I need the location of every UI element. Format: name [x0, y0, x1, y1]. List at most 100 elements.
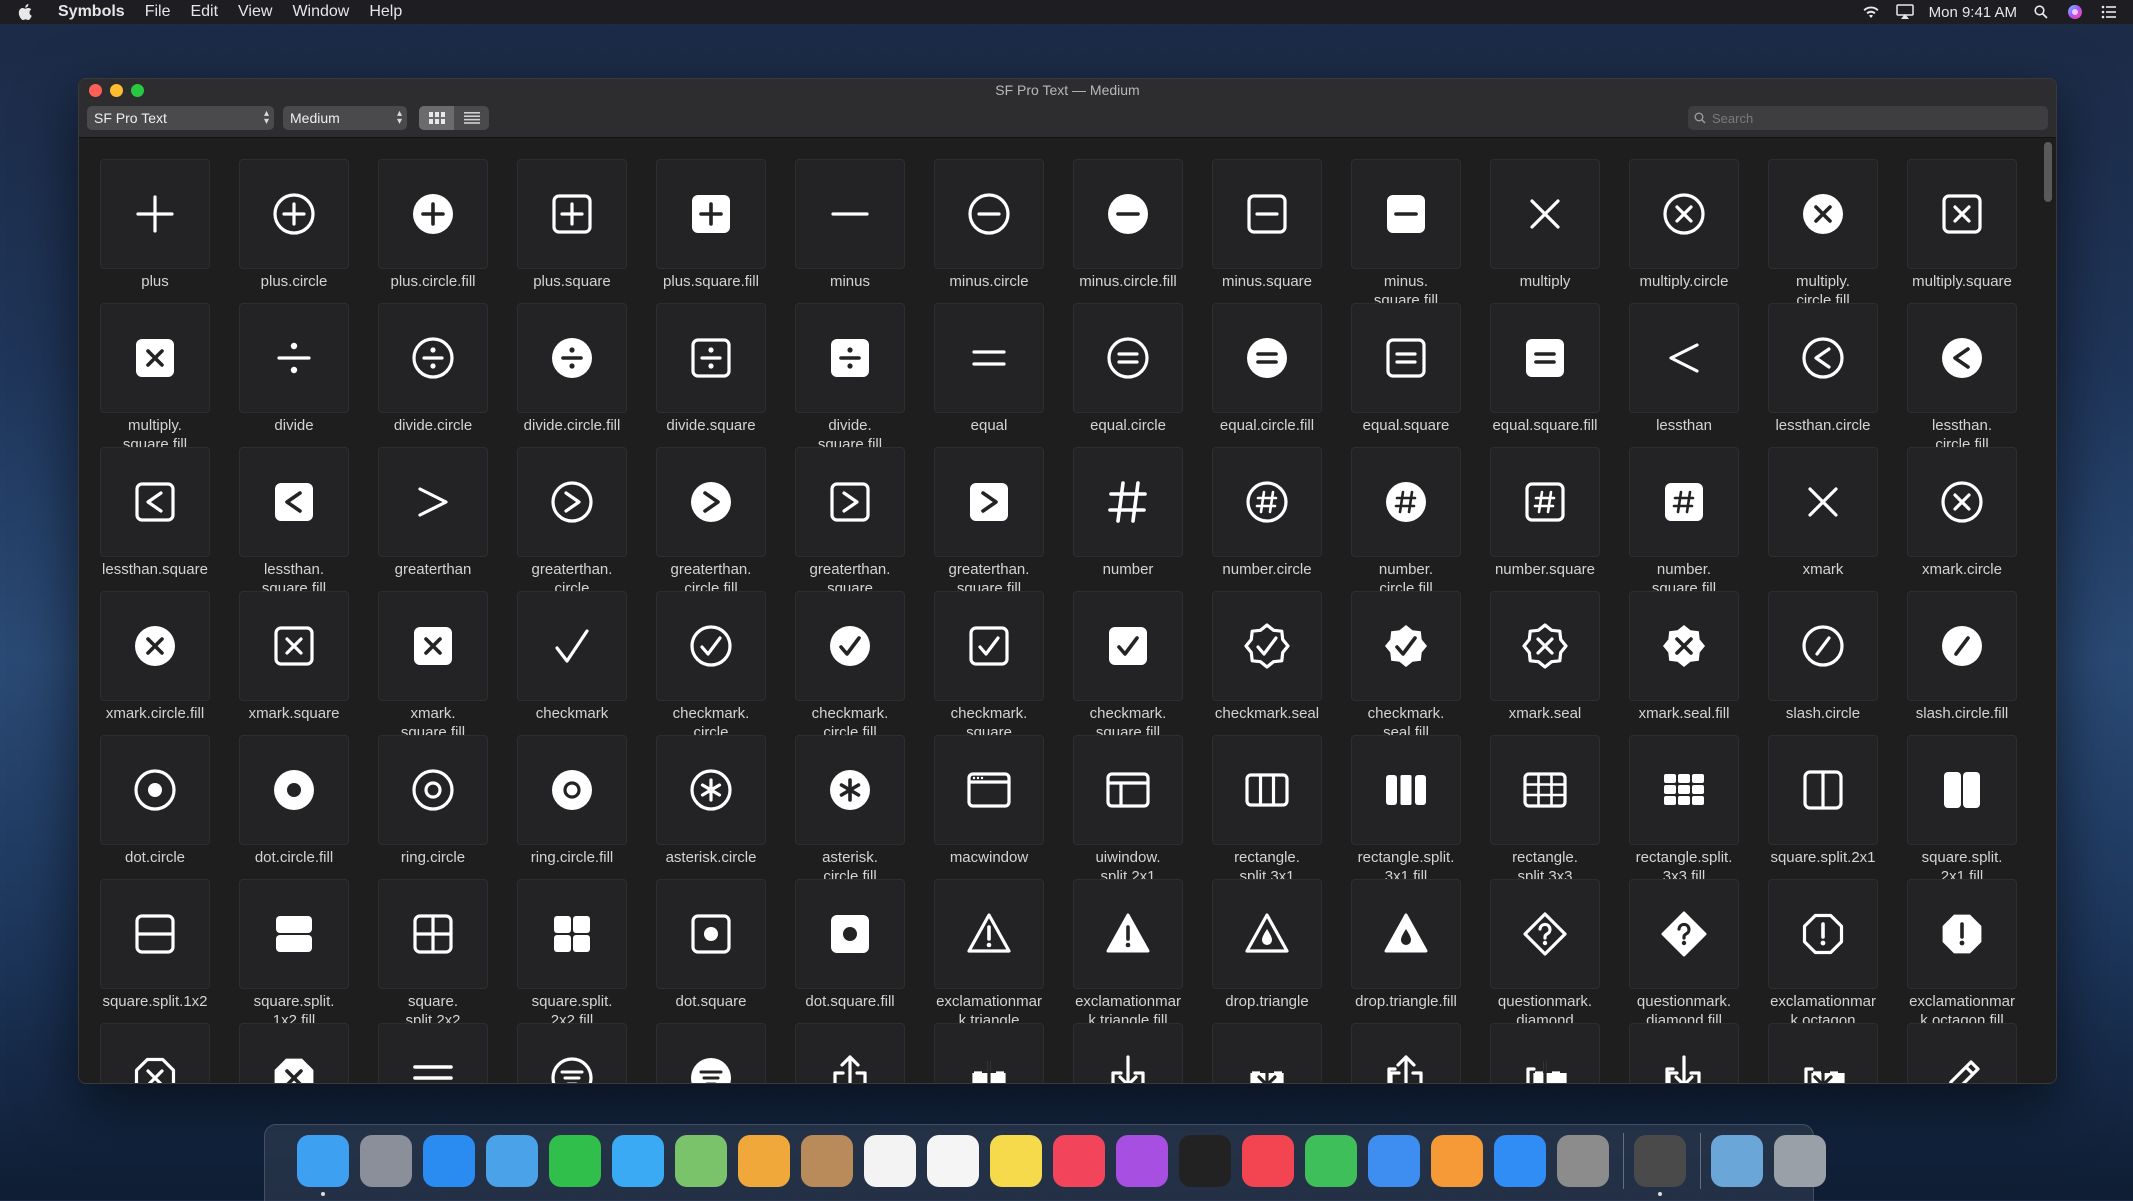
- dock-news-icon[interactable]: [1242, 1135, 1294, 1187]
- symbol-tile[interactable]: [1907, 1023, 2017, 1083]
- symbol-tile[interactable]: [1073, 303, 1183, 413]
- dock-podcasts-icon[interactable]: [1116, 1135, 1168, 1187]
- window-titlebar[interactable]: SF Pro Text — Medium SF Pro Text ▴ ▾ Medi…: [79, 79, 2056, 138]
- symbol-cell[interactable]: xmark.circle: [1907, 447, 2046, 591]
- airplay-icon[interactable]: [1895, 4, 1915, 20]
- symbol-cell[interactable]: plus.circle.fill: [378, 159, 517, 303]
- symbol-tile[interactable]: [656, 159, 766, 269]
- symbol-tile[interactable]: [1351, 303, 1461, 413]
- symbol-tile[interactable]: [934, 159, 1044, 269]
- symbol-tile[interactable]: [1212, 1023, 1322, 1083]
- symbol-tile[interactable]: [1768, 735, 1878, 845]
- dock-facetime-icon[interactable]: [549, 1135, 601, 1187]
- symbol-cell[interactable]: number.square: [1490, 447, 1629, 591]
- symbol-cell[interactable]: ring.circle: [378, 735, 517, 879]
- symbol-cell[interactable]: [1629, 1023, 1768, 1083]
- symbol-cell[interactable]: xmark.seal: [1490, 591, 1629, 735]
- dock-photos-icon[interactable]: [738, 1135, 790, 1187]
- search-field[interactable]: Search: [1688, 106, 2048, 130]
- symbol-cell[interactable]: questionmark. diamond.fill: [1629, 879, 1768, 1029]
- symbol-tile[interactable]: [100, 879, 210, 989]
- dock-music-icon[interactable]: [1053, 1135, 1105, 1187]
- symbol-cell[interactable]: minus.circle.fill: [1073, 159, 1212, 303]
- dock-numbers-icon[interactable]: [1305, 1135, 1357, 1187]
- symbol-tile[interactable]: [656, 735, 766, 845]
- symbol-tile[interactable]: [378, 303, 488, 413]
- symbol-cell[interactable]: exclamationmar k.triangle: [934, 879, 1073, 1029]
- symbol-cell[interactable]: square.split.1x2: [100, 879, 239, 1023]
- symbol-cell[interactable]: exclamationmar k.triangle.fill: [1073, 879, 1212, 1029]
- symbol-tile[interactable]: [1212, 159, 1322, 269]
- symbol-cell[interactable]: divide. square.fill: [795, 303, 934, 453]
- symbol-cell[interactable]: square.split.2x1: [1768, 735, 1907, 879]
- symbol-tile[interactable]: [1351, 447, 1461, 557]
- symbol-cell[interactable]: greaterthan. square.fill: [934, 447, 1073, 597]
- symbol-tile[interactable]: [795, 591, 905, 701]
- symbol-cell[interactable]: dot.circle: [100, 735, 239, 879]
- symbol-tile[interactable]: [378, 447, 488, 557]
- symbol-cell[interactable]: plus.square.fill: [656, 159, 795, 303]
- dock-finder-icon[interactable]: [297, 1135, 349, 1187]
- symbol-tile[interactable]: [1629, 303, 1739, 413]
- symbol-cell[interactable]: checkmark: [517, 591, 656, 735]
- symbol-tile[interactable]: [1629, 159, 1739, 269]
- symbol-cell[interactable]: equal.square: [1351, 303, 1490, 447]
- symbol-cell[interactable]: plus.square: [517, 159, 656, 303]
- symbol-tile[interactable]: [934, 303, 1044, 413]
- symbol-cell[interactable]: lessthan.square: [100, 447, 239, 591]
- symbol-cell[interactable]: equal.circle: [1073, 303, 1212, 447]
- symbol-tile[interactable]: [239, 303, 349, 413]
- symbol-cell[interactable]: lessthan. square.fill: [239, 447, 378, 597]
- dock-messages-icon[interactable]: [612, 1135, 664, 1187]
- symbol-tile[interactable]: [1768, 303, 1878, 413]
- symbol-tile[interactable]: [1212, 303, 1322, 413]
- symbol-tile[interactable]: [1907, 879, 2017, 989]
- symbol-tile[interactable]: [517, 303, 627, 413]
- symbol-cell[interactable]: square.split. 2x1.fill: [1907, 735, 2046, 885]
- symbol-tile[interactable]: [1351, 159, 1461, 269]
- symbol-tile[interactable]: [795, 1023, 905, 1083]
- symbol-tile[interactable]: [1907, 591, 2017, 701]
- symbol-cell[interactable]: equal.circle.fill: [1212, 303, 1351, 447]
- symbol-cell[interactable]: [1212, 1023, 1351, 1083]
- symbol-tile[interactable]: [1073, 879, 1183, 989]
- symbol-cell[interactable]: rectangle. split.3x1: [1212, 735, 1351, 885]
- symbol-cell[interactable]: equal: [934, 303, 1073, 447]
- symbol-cell[interactable]: square.split. 1x2.fill: [239, 879, 378, 1029]
- dock-launchpad-icon[interactable]: [360, 1135, 412, 1187]
- symbol-cell[interactable]: [100, 1023, 239, 1083]
- symbol-cell[interactable]: rectangle.split. 3x3.fill: [1629, 735, 1768, 885]
- symbol-tile[interactable]: [1073, 1023, 1183, 1083]
- symbol-tile[interactable]: [378, 159, 488, 269]
- symbol-cell[interactable]: xmark.circle.fill: [100, 591, 239, 735]
- symbol-cell[interactable]: number. circle.fill: [1351, 447, 1490, 597]
- symbol-tile[interactable]: [100, 735, 210, 845]
- symbol-tile[interactable]: [378, 591, 488, 701]
- symbol-cell[interactable]: macwindow: [934, 735, 1073, 879]
- symbol-tile[interactable]: [1490, 447, 1600, 557]
- view-menu[interactable]: View: [238, 3, 272, 21]
- symbol-cell[interactable]: xmark: [1768, 447, 1907, 591]
- symbol-cell[interactable]: greaterthan. circle: [517, 447, 656, 597]
- symbol-cell[interactable]: uiwindow. split.2x1: [1073, 735, 1212, 885]
- symbol-cell[interactable]: checkmark. circle.fill: [795, 591, 934, 741]
- symbol-cell[interactable]: [1351, 1023, 1490, 1083]
- dock-contacts-icon[interactable]: [801, 1135, 853, 1187]
- list-view-button[interactable]: [454, 106, 489, 130]
- symbol-cell[interactable]: greaterthan. circle.fill: [656, 447, 795, 597]
- symbol-cell[interactable]: rectangle. split.3x3: [1490, 735, 1629, 885]
- menubar-clock[interactable]: Mon 9:41 AM: [1929, 4, 2017, 21]
- symbol-tile[interactable]: [1212, 591, 1322, 701]
- symbol-cell[interactable]: lessthan.circle: [1768, 303, 1907, 447]
- symbol-cell[interactable]: lessthan. circle.fill: [1907, 303, 2046, 453]
- symbol-cell[interactable]: rectangle.split. 3x1.fill: [1351, 735, 1490, 885]
- symbol-cell[interactable]: [1907, 1023, 2046, 1083]
- symbol-cell[interactable]: [517, 1023, 656, 1083]
- symbol-tile[interactable]: [1907, 447, 2017, 557]
- symbol-tile[interactable]: [239, 879, 349, 989]
- symbol-tile[interactable]: [239, 447, 349, 557]
- symbol-tile[interactable]: [1768, 159, 1878, 269]
- symbol-tile[interactable]: [1490, 591, 1600, 701]
- symbol-cell[interactable]: plus.circle: [239, 159, 378, 303]
- symbol-tile[interactable]: [1629, 591, 1739, 701]
